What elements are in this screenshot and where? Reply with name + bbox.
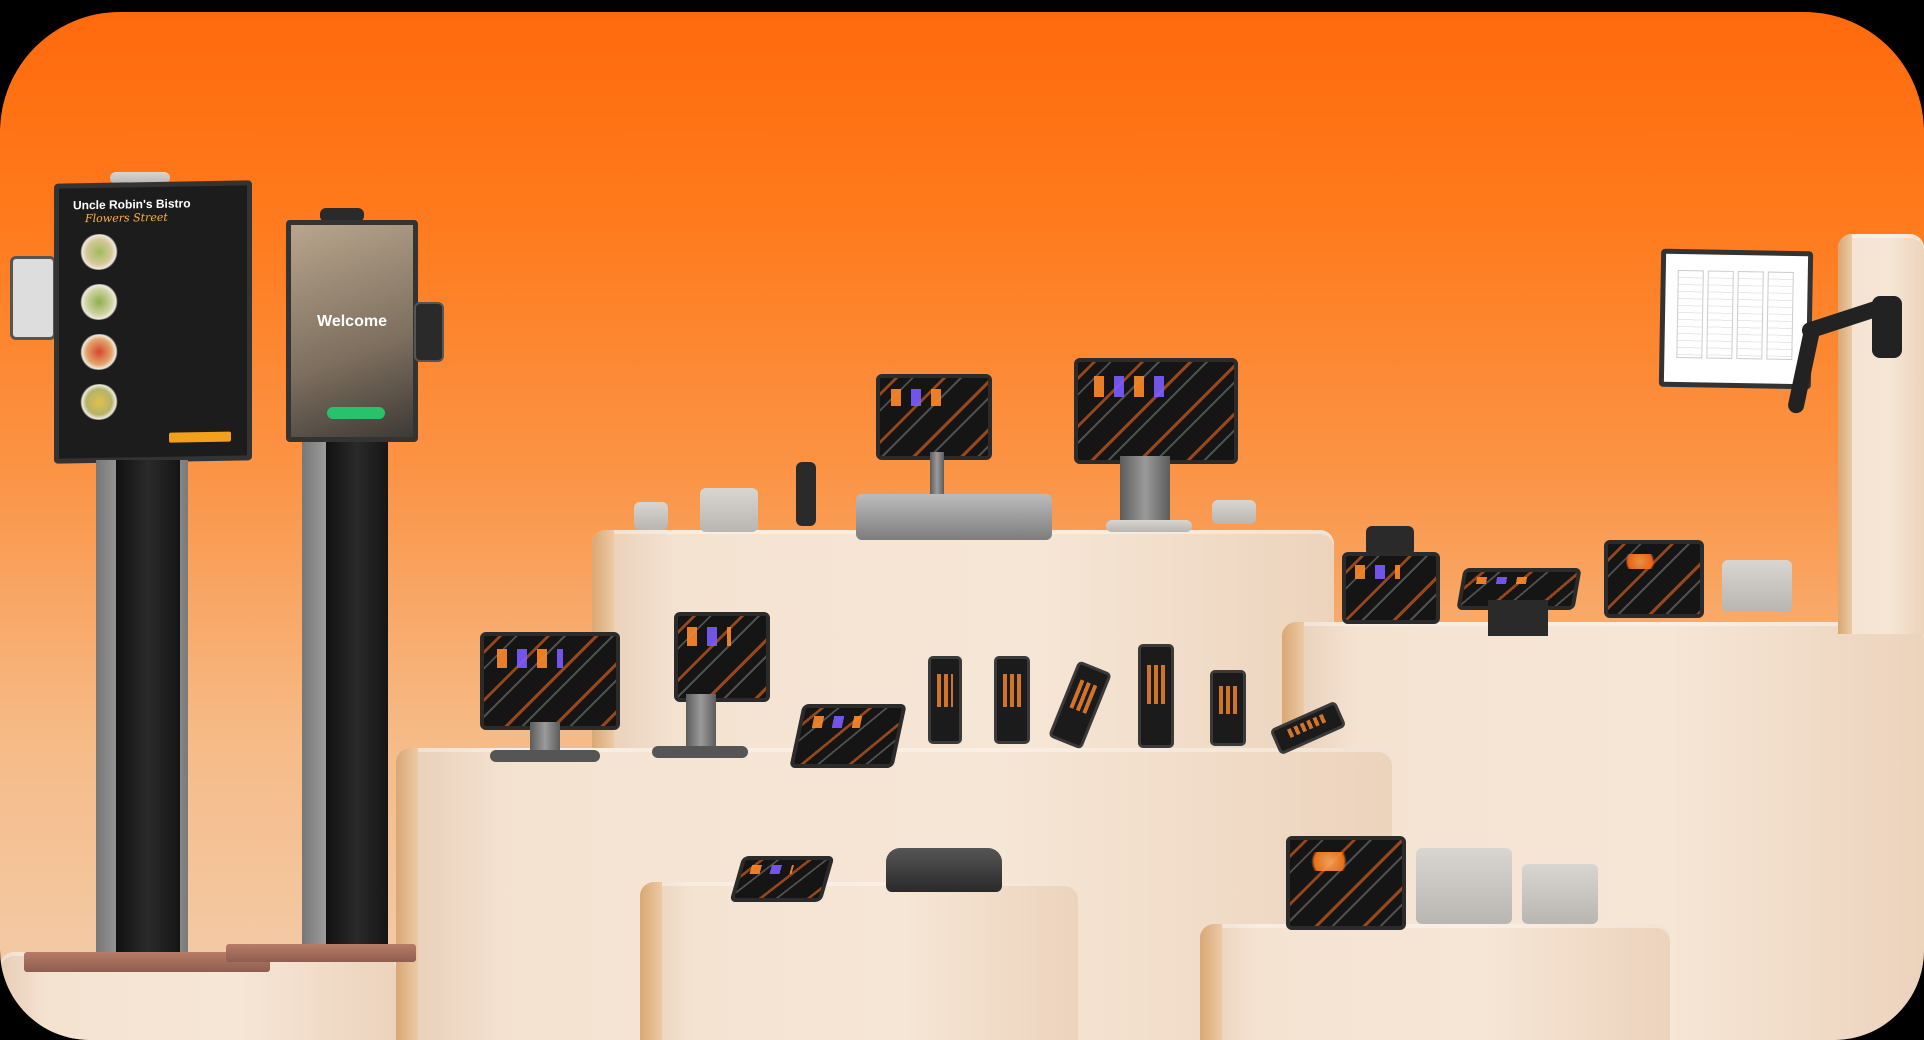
menu-subtitle: Flowers Street bbox=[85, 210, 168, 226]
kitchen-display-screen bbox=[1658, 248, 1814, 390]
dish-image bbox=[77, 333, 121, 371]
kiosk-welcome-screen: Welcome bbox=[286, 220, 418, 442]
welcome-heading: Welcome bbox=[317, 313, 387, 330]
tablet-flat bbox=[789, 704, 907, 768]
pos-tablet-screen bbox=[480, 632, 620, 730]
pos-terminal-screen bbox=[876, 374, 992, 460]
pos-stand bbox=[930, 452, 944, 500]
kiosk-base bbox=[226, 944, 416, 962]
pos-terminal-large-screen bbox=[1074, 358, 1238, 464]
product-showcase-scene: Uncle Robin's Bistro Flowers Street Welc… bbox=[0, 12, 1924, 1040]
platform-front-left bbox=[640, 882, 1078, 1040]
pos-stand bbox=[686, 694, 716, 750]
wall-payment-device bbox=[1416, 848, 1512, 924]
pos-stand bbox=[1120, 456, 1170, 526]
smartphone-pos bbox=[1210, 670, 1246, 746]
card-reader-side bbox=[10, 256, 56, 340]
tablet-stand bbox=[1488, 600, 1548, 636]
pos-base bbox=[1106, 520, 1192, 532]
platform-front-right bbox=[1200, 924, 1670, 1040]
tablet-flat-front bbox=[729, 856, 835, 902]
compact-printer bbox=[1722, 560, 1792, 612]
pos-base bbox=[652, 746, 748, 758]
card-reader-dock bbox=[1212, 500, 1256, 524]
start-order-button[interactable] bbox=[327, 407, 385, 419]
receipt-printer bbox=[700, 488, 758, 532]
tablet-orange-wallpaper bbox=[1286, 836, 1406, 930]
dish-image bbox=[77, 233, 121, 271]
platform-right-pillar bbox=[1838, 234, 1924, 634]
cash-drawer bbox=[856, 494, 1052, 540]
wall-payment-device-small bbox=[1522, 864, 1598, 924]
kiosk-menu-screen: Uncle Robin's Bistro Flowers Street bbox=[54, 180, 252, 464]
checkout-button[interactable] bbox=[169, 431, 231, 443]
tablet-display bbox=[1604, 540, 1704, 618]
wall-mount bbox=[1872, 296, 1902, 358]
handheld-terminal bbox=[1138, 644, 1174, 748]
menu-title: Uncle Robin's Bistro bbox=[73, 196, 191, 213]
barcode-scanner bbox=[796, 462, 816, 526]
handheld-terminal bbox=[994, 656, 1030, 744]
payment-terminal-front bbox=[886, 848, 1002, 892]
kiosk-stand-body bbox=[116, 460, 180, 966]
dual-screen-pos bbox=[674, 612, 770, 702]
handheld-terminal bbox=[928, 656, 962, 744]
payment-terminal-side bbox=[414, 302, 444, 362]
mini-printer bbox=[634, 502, 668, 530]
tablet-with-printer bbox=[1342, 552, 1440, 624]
kiosk-stand-body bbox=[326, 442, 388, 954]
dish-image bbox=[77, 383, 121, 421]
pos-base bbox=[490, 750, 600, 762]
dish-image bbox=[77, 283, 121, 321]
